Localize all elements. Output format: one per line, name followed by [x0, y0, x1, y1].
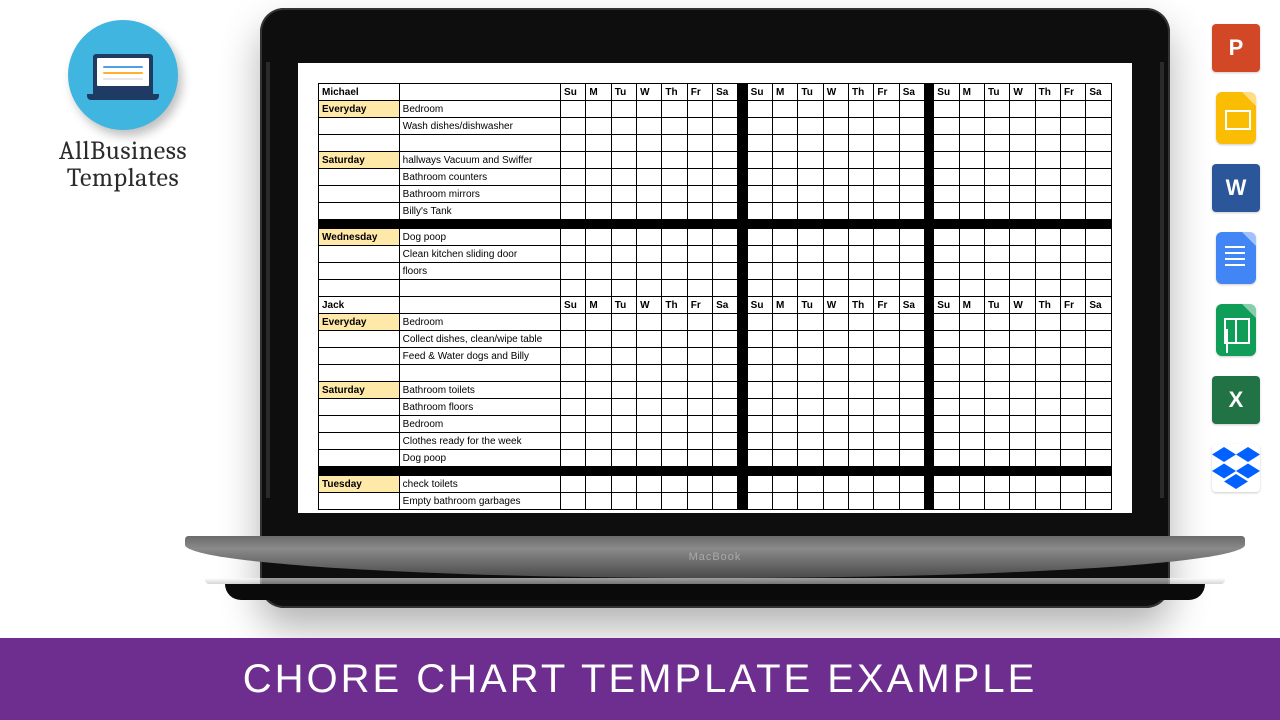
laptop-mockup: MichaelSuMTuWThFrSaSuMTuWThFrSaSuMTuWThF…	[260, 8, 1170, 608]
brand-name-line2: Templates	[38, 165, 208, 192]
google-docs-icon[interactable]	[1216, 232, 1256, 284]
chore-row: Bathroom mirrors	[319, 186, 1112, 203]
spacer-row	[319, 280, 1112, 297]
laptop-base: MacBook	[185, 536, 1245, 608]
template-screenshot: MichaelSuMTuWThFrSaSuMTuWThFrSaSuMTuWThF…	[298, 63, 1132, 513]
title-banner: CHORE CHART TEMPLATE EXAMPLE	[0, 638, 1280, 720]
app-icons-column: P W X	[1206, 24, 1266, 492]
chore-row: Feed & Water dogs and Billy	[319, 348, 1112, 365]
chore-row: Wash dishes/dishwasher	[319, 118, 1112, 135]
chore-row: Clean kitchen sliding door	[319, 246, 1112, 263]
person-header-row: JackSuMTuWThFrSaSuMTuWThFrSaSuMTuWThFrSa	[319, 297, 1112, 314]
powerpoint-icon[interactable]: P	[1212, 24, 1260, 72]
brand-logo: AllBusiness Templates	[38, 20, 208, 193]
chore-row: floors	[319, 263, 1112, 280]
chore-row: Dog poop	[319, 450, 1112, 467]
chore-row: Tuesdaycheck toilets	[319, 476, 1112, 493]
laptop-brand-label: MacBook	[689, 551, 742, 563]
brand-name-line1: AllBusiness	[38, 138, 208, 165]
chore-row: Bathroom floors	[319, 399, 1112, 416]
divider-row	[319, 220, 1112, 229]
google-slides-icon[interactable]	[1216, 92, 1256, 144]
brand-name: AllBusiness Templates	[38, 138, 208, 193]
chore-row: EverydayBedroom	[319, 314, 1112, 331]
dropbox-icon[interactable]	[1212, 444, 1260, 492]
brand-logo-icon	[68, 20, 178, 130]
chore-row: SaturdayBathroom toilets	[319, 382, 1112, 399]
chore-row: Clothes ready for the week	[319, 433, 1112, 450]
chore-chart-table: MichaelSuMTuWThFrSaSuMTuWThFrSaSuMTuWThF…	[318, 83, 1112, 510]
chore-row: WednesdayDog poop	[319, 229, 1112, 246]
divider-row	[319, 467, 1112, 476]
person-header-row: MichaelSuMTuWThFrSaSuMTuWThFrSaSuMTuWThF…	[319, 84, 1112, 101]
title-text: CHORE CHART TEMPLATE EXAMPLE	[243, 657, 1038, 702]
chore-row: Bathroom counters	[319, 169, 1112, 186]
spacer-row	[319, 135, 1112, 152]
chore-row: Billy's Tank	[319, 203, 1112, 220]
chore-row: Saturdayhallways Vacuum and Swiffer	[319, 152, 1112, 169]
spacer-row	[319, 365, 1112, 382]
chore-row: Collect dishes, clean/wipe table	[319, 331, 1112, 348]
word-icon[interactable]: W	[1212, 164, 1260, 212]
chore-row: EverydayBedroom	[319, 101, 1112, 118]
google-sheets-icon[interactable]	[1216, 304, 1256, 356]
excel-icon[interactable]: X	[1212, 376, 1260, 424]
chore-row: Empty bathroom garbages	[319, 493, 1112, 510]
chore-row: Bedroom	[319, 416, 1112, 433]
